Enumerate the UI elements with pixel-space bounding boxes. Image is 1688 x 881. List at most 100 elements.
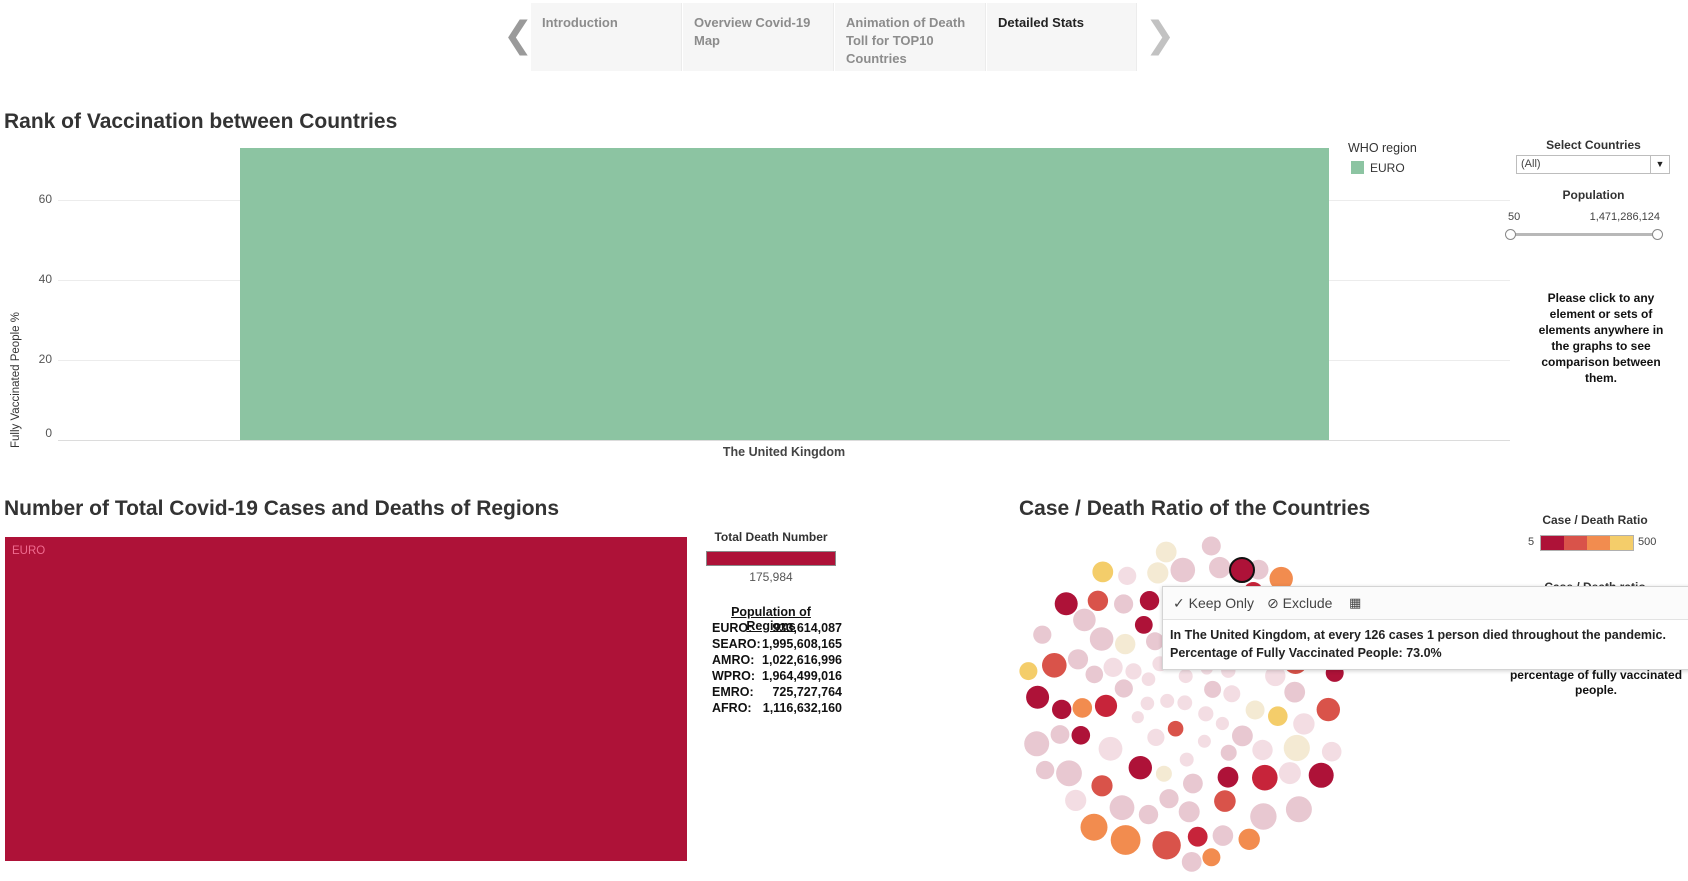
- country-bubble[interactable]: [1087, 590, 1109, 611]
- country-bubble[interactable]: [1056, 760, 1082, 787]
- country-bubble[interactable]: [1220, 744, 1237, 761]
- country-bubble[interactable]: [1177, 695, 1193, 711]
- country-bubble[interactable]: [1183, 773, 1203, 794]
- country-bubble[interactable]: [1141, 672, 1156, 686]
- country-bubble[interactable]: [1118, 566, 1137, 585]
- exclude-button[interactable]: ⊘ Exclude: [1267, 595, 1332, 612]
- next-story-point-icon[interactable]: ❯: [1145, 18, 1175, 54]
- country-bubble[interactable]: [1103, 657, 1123, 677]
- view-data-icon[interactable]: ▦: [1349, 595, 1361, 611]
- country-bubble[interactable]: [1283, 734, 1310, 762]
- tab-animation-death-toll[interactable]: Animation of Death Toll for TOP10 Countr…: [835, 3, 986, 71]
- country-bubble[interactable]: [1285, 796, 1312, 823]
- country-bubble[interactable]: [1094, 694, 1118, 717]
- country-bubble[interactable]: [1238, 828, 1260, 850]
- country-bubble[interactable]: [1212, 825, 1234, 846]
- country-bubble[interactable]: [1114, 679, 1133, 698]
- country-bubble[interactable]: [1115, 633, 1136, 655]
- country-bubble[interactable]: [1321, 741, 1342, 762]
- country-bubble[interactable]: [1245, 700, 1265, 720]
- country-bubble[interactable]: [1033, 625, 1052, 644]
- case-death-bubble-chart[interactable]: [1010, 530, 1360, 875]
- legend-swatch-euro[interactable]: [1351, 161, 1364, 174]
- country-bubble[interactable]: [1252, 764, 1278, 791]
- country-bubble[interactable]: [1073, 608, 1096, 632]
- country-bubble[interactable]: [1217, 766, 1239, 788]
- country-bubble[interactable]: [1019, 662, 1038, 681]
- previous-story-point-icon[interactable]: ❮: [503, 18, 533, 54]
- country-bubble[interactable]: [1024, 731, 1050, 757]
- country-bubble[interactable]: [1159, 789, 1179, 809]
- country-bubble[interactable]: [1139, 591, 1160, 611]
- country-bubble[interactable]: [1284, 681, 1306, 703]
- country-bubble[interactable]: [1042, 653, 1067, 678]
- country-bubble[interactable]: [1091, 775, 1113, 797]
- select-countries-dropdown[interactable]: (All) ▼: [1516, 155, 1670, 174]
- country-bubble[interactable]: [1067, 649, 1089, 670]
- country-bubble[interactable]: [1209, 556, 1231, 579]
- country-bubble[interactable]: [1110, 825, 1141, 855]
- country-bubble[interactable]: [1293, 713, 1315, 735]
- legend-label-euro[interactable]: EURO: [1370, 161, 1405, 175]
- country-bubble[interactable]: [1089, 627, 1114, 651]
- country-bubble[interactable]: [1128, 756, 1152, 780]
- country-bubble[interactable]: [1160, 693, 1175, 708]
- vaccination-bar[interactable]: [239, 148, 1329, 440]
- country-bubble[interactable]: [1109, 795, 1135, 821]
- country-bubble[interactable]: [1187, 826, 1208, 847]
- population-slider-track[interactable]: [1510, 233, 1658, 236]
- country-bubble[interactable]: [1085, 665, 1104, 684]
- death-legend-swatch[interactable]: [706, 551, 836, 566]
- country-bubble[interactable]: [1170, 557, 1196, 583]
- country-bubble[interactable]: [1167, 720, 1184, 737]
- country-bubble[interactable]: [1114, 594, 1134, 614]
- country-bubble[interactable]: [1072, 698, 1093, 718]
- country-bubble[interactable]: [1215, 716, 1229, 731]
- country-bubble[interactable]: [1050, 725, 1070, 744]
- country-bubble[interactable]: [1071, 726, 1091, 745]
- country-bubble[interactable]: [1026, 685, 1050, 709]
- population-slider-min-handle[interactable]: [1505, 229, 1516, 240]
- country-bubble[interactable]: [1181, 852, 1202, 872]
- country-bubble[interactable]: [1204, 680, 1222, 698]
- country-bubble[interactable]: [1198, 706, 1214, 722]
- country-bubble[interactable]: [1152, 831, 1181, 860]
- country-bubble[interactable]: [1065, 789, 1087, 811]
- country-bubble[interactable]: [1278, 762, 1301, 785]
- country-bubble[interactable]: [1054, 592, 1078, 616]
- country-bubble[interactable]: [1202, 848, 1221, 867]
- country-bubble[interactable]: [1134, 616, 1153, 634]
- country-bubble[interactable]: [1197, 734, 1211, 748]
- country-bubble[interactable]: [1131, 711, 1144, 724]
- tab-overview-map[interactable]: Overview Covid-19 Map: [683, 3, 834, 71]
- country-bubble[interactable]: [1201, 536, 1221, 556]
- country-bubble[interactable]: [1223, 685, 1241, 703]
- country-bubble[interactable]: [1232, 725, 1253, 747]
- country-bubble[interactable]: [1155, 541, 1177, 563]
- keep-only-button[interactable]: ✓ Keep Only: [1173, 595, 1254, 612]
- country-bubble[interactable]: [1138, 804, 1159, 825]
- country-bubble[interactable]: [1155, 765, 1172, 782]
- country-bubble[interactable]: [1035, 760, 1055, 780]
- country-bubble[interactable]: [1252, 739, 1273, 761]
- country-bubble[interactable]: [1268, 706, 1288, 726]
- chevron-down-icon[interactable]: ▼: [1650, 156, 1669, 173]
- selected-country-bubble[interactable]: [1229, 557, 1255, 583]
- country-bubble[interactable]: [1125, 663, 1142, 680]
- tooltip-panel[interactable]: ✓ Keep Only ⊘ Exclude ▦ In The United Ki…: [1162, 586, 1688, 670]
- country-bubble[interactable]: [1098, 736, 1123, 761]
- ratio-legend-gradient[interactable]: [1540, 535, 1634, 551]
- country-bubble[interactable]: [1316, 697, 1340, 722]
- vaccination-bar-chart[interactable]: 0 20 40 60 The United Kingdom: [0, 140, 1520, 459]
- region-tile-euro[interactable]: EURO: [5, 537, 687, 861]
- country-bubble[interactable]: [1080, 813, 1108, 841]
- country-bubble[interactable]: [1140, 696, 1155, 711]
- country-bubble[interactable]: [1179, 752, 1194, 767]
- country-bubble[interactable]: [1178, 669, 1193, 684]
- population-slider-max-handle[interactable]: [1652, 229, 1663, 240]
- country-bubble[interactable]: [1214, 790, 1236, 812]
- country-bubble[interactable]: [1147, 562, 1169, 584]
- country-bubble[interactable]: [1147, 728, 1165, 746]
- tab-detailed-stats[interactable]: Detailed Stats: [987, 3, 1137, 71]
- country-bubble[interactable]: [1052, 699, 1072, 720]
